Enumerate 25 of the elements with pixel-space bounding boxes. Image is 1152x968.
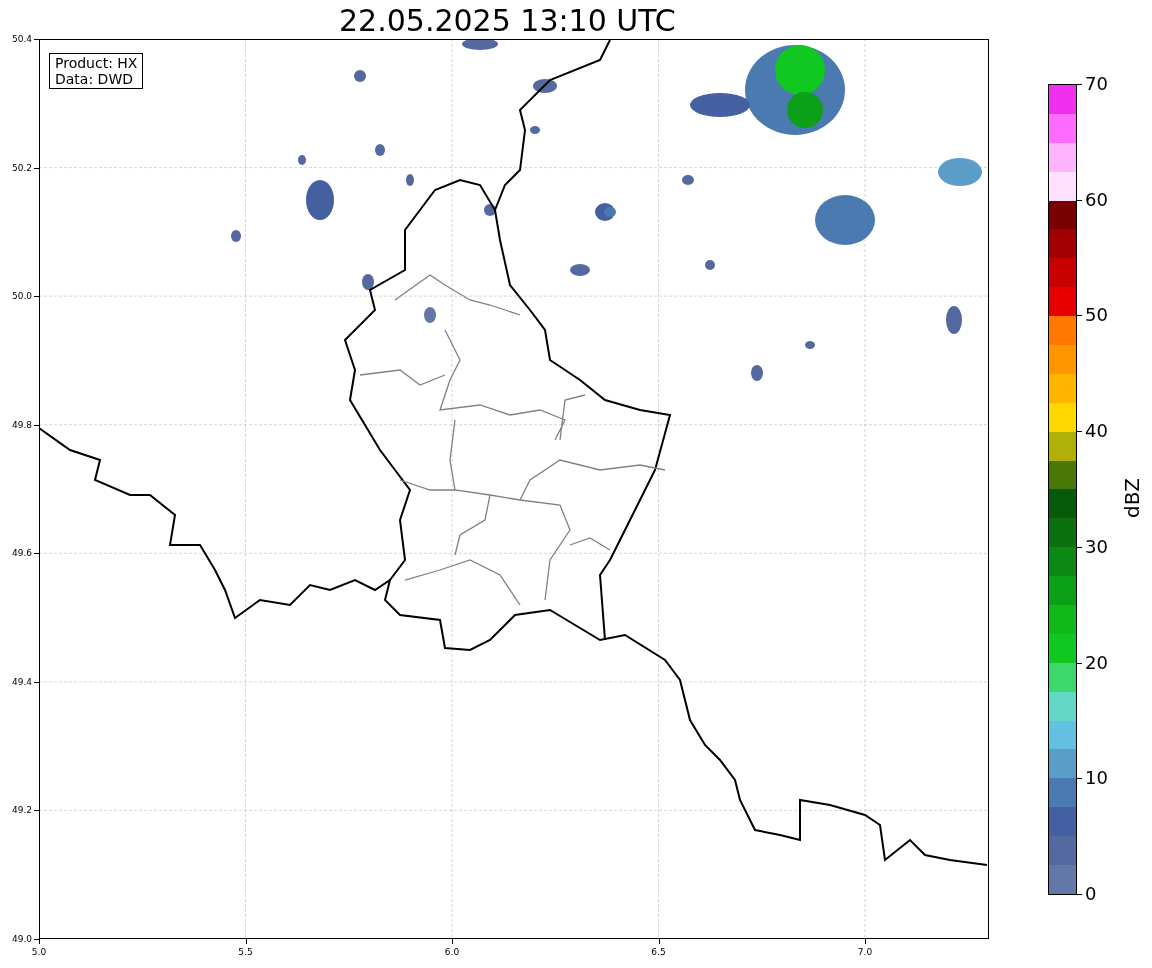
colorbar-tick-label: 0 bbox=[1085, 884, 1097, 904]
colorbar-tick-label: 20 bbox=[1085, 652, 1108, 673]
y-tick-label: 49.4 bbox=[10, 676, 32, 687]
y-tick-label: 50.0 bbox=[10, 291, 32, 302]
y-tick-label: 49.2 bbox=[10, 805, 32, 816]
x-tick-label: 6.5 bbox=[650, 947, 667, 957]
y-tick-label: 49.8 bbox=[10, 419, 32, 430]
x-tick-label: 5.5 bbox=[237, 947, 254, 957]
y-tick-label: 49.6 bbox=[10, 548, 32, 559]
colorbar-tick-label: 40 bbox=[1085, 421, 1108, 442]
x-tick-label: 6.0 bbox=[443, 947, 461, 957]
colorbar-tick-label: 30 bbox=[1085, 536, 1108, 557]
y-tick-label: 49.0 bbox=[10, 934, 32, 944]
colorbar-tick-label: 70 bbox=[1085, 74, 1108, 94]
y-tick-label: 50.4 bbox=[10, 34, 32, 44]
chart-title: 22.05.2025 13:10 UTC bbox=[339, 3, 676, 39]
colorbar-tick-label: 50 bbox=[1085, 305, 1108, 326]
x-tick-label: 7.0 bbox=[856, 947, 874, 957]
colorbar-tick-label: 10 bbox=[1085, 768, 1108, 789]
info-text: Data: DWD bbox=[55, 71, 134, 87]
colorbar-label: dBZ bbox=[1119, 478, 1145, 518]
colorbar-tick-label: 60 bbox=[1085, 189, 1108, 210]
y-tick-label: 50.2 bbox=[10, 162, 32, 173]
x-tick-label: 5.0 bbox=[30, 947, 48, 957]
info-text: Product: HX bbox=[55, 55, 138, 71]
